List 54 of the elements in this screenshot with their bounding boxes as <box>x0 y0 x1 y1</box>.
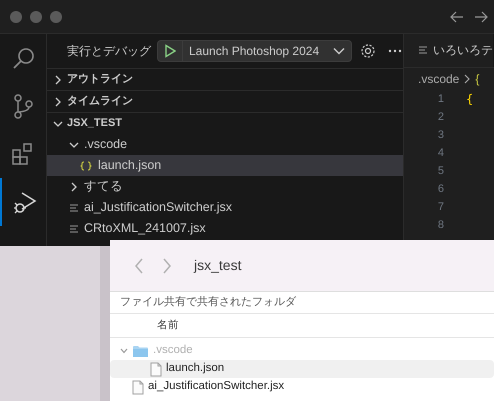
back-icon <box>134 258 144 274</box>
window-control-button[interactable] <box>30 10 42 22</box>
chevron-right-icon <box>463 74 472 84</box>
panel-title: 実行とデバッグ <box>67 43 151 60</box>
file-row[interactable]: ai_JustificationSwitcher.jsx <box>110 378 494 396</box>
file-row[interactable]: launch.json <box>110 360 494 378</box>
settings-icon <box>360 43 376 59</box>
window-control-button[interactable] <box>10 10 22 22</box>
folder-icon <box>132 344 149 358</box>
play-icon <box>164 44 176 58</box>
editor-tab[interactable]: いろいろテ <box>404 34 493 67</box>
chevron-right-icon <box>69 182 79 192</box>
braces-icon <box>79 160 93 170</box>
section-header[interactable]: JSX_TEST <box>47 112 403 134</box>
more-icon <box>388 49 402 53</box>
location-label: ファイル共有で共有されたフォルダ <box>120 295 296 310</box>
chevron-down-icon <box>53 118 63 128</box>
line-number: 7 <box>438 200 444 215</box>
file-tree-item[interactable]: ai_JustificationSwitcher.jsx <box>47 197 403 218</box>
line-number: 6 <box>438 182 444 197</box>
document-icon <box>150 362 162 376</box>
back-arrow-icon <box>450 10 464 22</box>
forward-arrow-icon <box>474 10 488 22</box>
document-icon <box>132 380 144 394</box>
lines-icon <box>69 202 79 212</box>
lines-icon <box>418 45 428 55</box>
code-line: { <box>466 91 474 108</box>
chevron-down-icon <box>333 47 346 55</box>
window-title: jsx_test <box>194 256 242 275</box>
disclosure-icon <box>120 348 128 354</box>
file-tree-item[interactable]: CRtoXML_241007.jsx <box>47 218 403 239</box>
breadcrumb-item[interactable]: .vscode <box>418 70 460 88</box>
forward-icon <box>162 258 172 274</box>
chevron-down-icon <box>69 140 79 150</box>
chevron-right-icon <box>53 96 63 106</box>
file-tree-item[interactable]: launch.json <box>47 155 403 176</box>
file-tree-item[interactable]: .vscode <box>47 134 403 155</box>
line-number: 3 <box>438 128 444 143</box>
launch-config-dropdown[interactable]: Launch Photoshop 2024 <box>157 40 352 62</box>
chevron-right-icon <box>53 74 63 84</box>
line-number: 4 <box>438 146 444 161</box>
line-number: 5 <box>438 164 444 179</box>
line-number: 8 <box>438 218 444 233</box>
lines-icon <box>69 224 79 234</box>
line-number: 1 <box>438 92 444 107</box>
breadcrumb-item[interactable]: { <box>475 70 480 88</box>
section-header[interactable]: アウトライン <box>47 68 403 90</box>
run-debug-icon <box>12 190 36 214</box>
window-control-button[interactable] <box>50 10 62 22</box>
line-number: 2 <box>438 110 444 125</box>
file-tree-item[interactable]: すてる <box>47 176 403 197</box>
search-icon <box>10 46 36 70</box>
section-header[interactable]: タイムライン <box>47 90 403 112</box>
column-header[interactable]: 名前 <box>157 318 179 334</box>
